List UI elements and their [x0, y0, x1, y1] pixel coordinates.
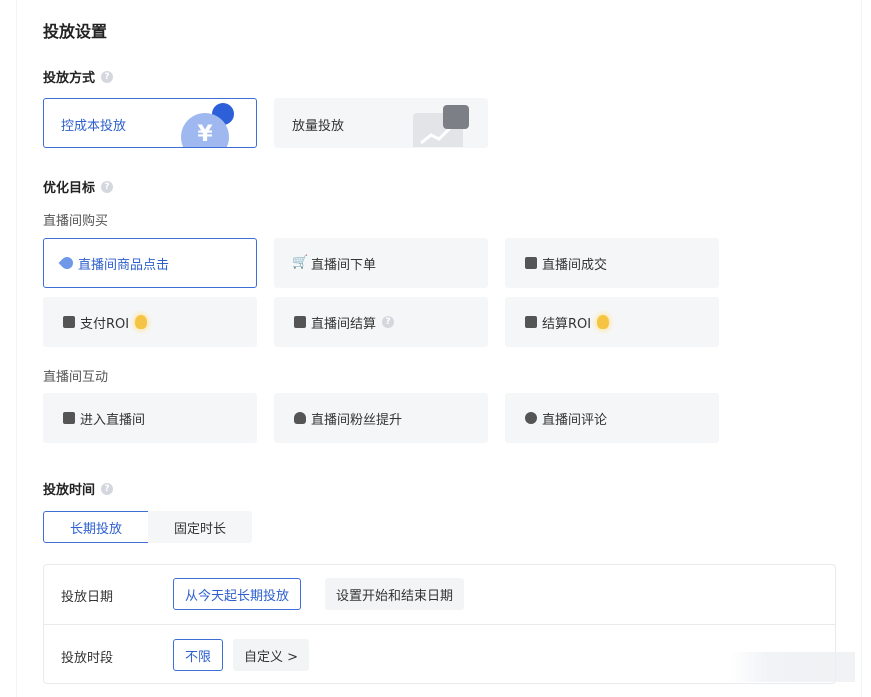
bulb-icon: [597, 315, 610, 329]
delivery-option-label: 控成本投放: [61, 119, 127, 134]
goal-label: 直播间结算: [311, 316, 377, 332]
goal-place-order[interactable]: 🛒 直播间下单: [274, 238, 488, 288]
cash-icon: [525, 316, 537, 328]
help-icon[interactable]: ?: [101, 482, 114, 495]
goal-transaction[interactable]: 直播间成交: [505, 238, 719, 288]
goal-label: 直播间评论: [542, 412, 608, 428]
goal-label: 结算ROI: [542, 316, 592, 332]
goal-enter-live[interactable]: 进入直播间: [43, 393, 257, 443]
checkbox-icon: [294, 316, 306, 328]
delivery-option-volume[interactable]: 放量投放: [274, 98, 488, 148]
goal-label: 直播间下单: [311, 257, 377, 273]
tab-long-term[interactable]: 长期投放: [43, 511, 149, 543]
comment-icon: [525, 412, 537, 424]
goal-label: 直播间粉丝提升: [311, 412, 403, 428]
group-label-interaction: 直播间互动: [43, 370, 109, 385]
goal-payment-roi[interactable]: 支付ROI: [43, 297, 257, 347]
help-icon[interactable]: ?: [101, 180, 114, 193]
bulb-icon: [135, 315, 148, 329]
period-row-label: 投放时段: [61, 651, 114, 666]
tab-fixed-duration[interactable]: 固定时长: [148, 511, 252, 543]
chart-accent-icon: [443, 105, 469, 129]
date-option-long-term[interactable]: 从今天起长期投放: [173, 578, 302, 610]
goal-live-comment[interactable]: 直播间评论: [505, 393, 719, 443]
date-option-set-range[interactable]: 设置开始和结束日期: [325, 578, 465, 610]
delivery-time-heading: 投放时间 ?: [43, 479, 114, 498]
period-option-custom[interactable]: 自定义 >: [233, 639, 310, 671]
schedule-box: 投放日期 从今天起长期投放 设置开始和结束日期 投放时段 不限 自定义 >: [43, 564, 836, 684]
goal-fans-growth[interactable]: 直播间粉丝提升: [274, 393, 488, 443]
date-row-label: 投放日期: [61, 590, 114, 605]
pin-click-icon: [58, 254, 76, 272]
tv-icon: [63, 412, 75, 424]
help-icon[interactable]: ?: [101, 70, 114, 83]
delivery-method-heading: 投放方式 ?: [43, 67, 114, 86]
help-icon[interactable]: ?: [382, 316, 395, 328]
divider: [44, 624, 835, 625]
optimization-goal-label: 优化目标: [43, 181, 96, 196]
cart-icon: 🛒: [292, 255, 309, 270]
goal-label: 进入直播间: [80, 412, 146, 428]
group-label-purchase: 直播间购买: [43, 214, 109, 229]
goal-label: 支付ROI: [80, 316, 130, 332]
page-title: 投放设置: [43, 22, 108, 41]
optimization-goal-heading: 优化目标 ?: [43, 177, 114, 196]
bag-icon: [525, 257, 537, 269]
delivery-method-label: 投放方式: [43, 71, 96, 86]
period-option-unlimited[interactable]: 不限: [173, 639, 224, 671]
delivery-time-label: 投放时间: [43, 483, 96, 498]
delivery-option-cost-control[interactable]: 控成本投放 ¥: [43, 98, 257, 148]
user-plus-icon: [294, 412, 306, 424]
goal-label: 直播间成交: [542, 257, 608, 273]
goal-label: 直播间商品点击: [78, 257, 170, 273]
wallet-icon: [63, 316, 75, 328]
goal-settlement[interactable]: 直播间结算 ?: [274, 297, 488, 347]
goal-product-click[interactable]: 直播间商品点击: [43, 238, 257, 288]
blurred-overlay: [730, 652, 855, 682]
delivery-option-label: 放量投放: [292, 119, 345, 134]
goal-settlement-roi[interactable]: 结算ROI: [505, 297, 719, 347]
